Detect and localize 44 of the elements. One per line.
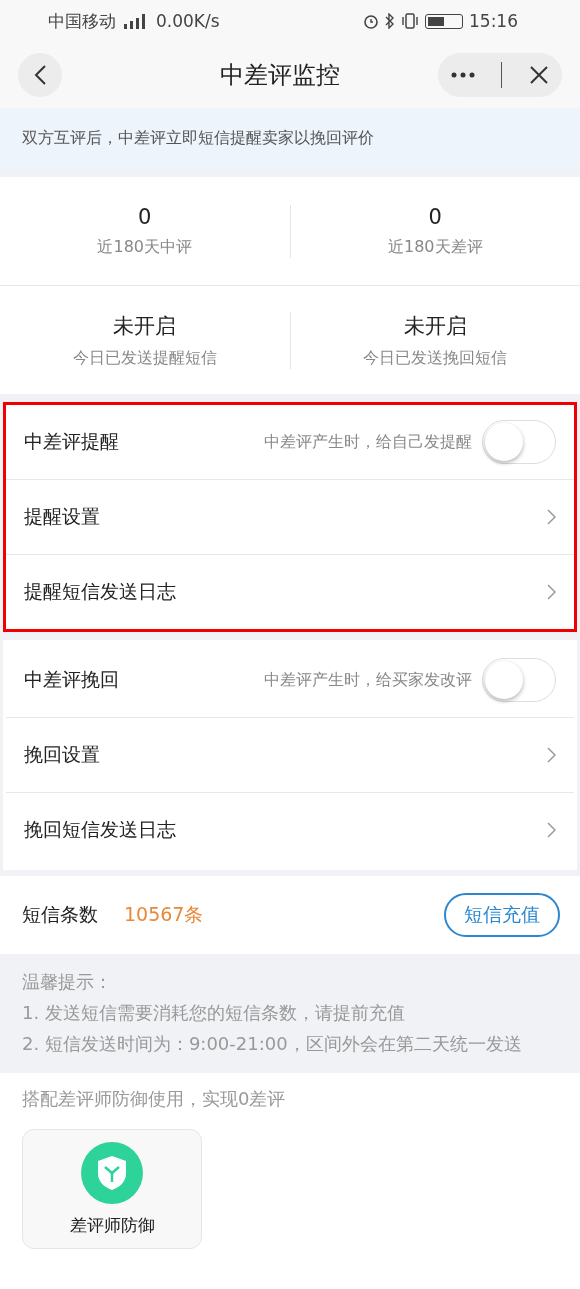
stat-value: 0 bbox=[428, 204, 442, 229]
recharge-button[interactable]: 短信充值 bbox=[444, 893, 560, 937]
tip-text: 1. 发送短信需要消耗您的短信条数，请提前充值 bbox=[22, 1001, 406, 1025]
clock-time: 15:16 bbox=[469, 11, 518, 31]
more-icon[interactable] bbox=[451, 72, 476, 78]
carrier-name: 中国移动 bbox=[48, 9, 116, 33]
notice-text: 双方互评后，中差评立即短信提醒卖家以挽回评价 bbox=[22, 128, 374, 147]
sms-count: 10567条 bbox=[124, 902, 204, 927]
stat-label: 近180天差评 bbox=[387, 236, 483, 258]
page-title: 中差评监控 bbox=[219, 60, 341, 91]
alarm-icon bbox=[363, 13, 379, 29]
chevron-icon bbox=[547, 747, 556, 763]
stat-value: 未开启 bbox=[403, 312, 467, 340]
vibrate-icon bbox=[401, 13, 419, 29]
setting-label: 中差评提醒 bbox=[24, 429, 119, 454]
back-icon bbox=[33, 64, 47, 86]
network-speed: 0.00K/s bbox=[156, 11, 220, 31]
stat-value: 0 bbox=[138, 204, 152, 229]
sms-count-label: 短信条数 bbox=[22, 902, 98, 927]
setting-hint: 中差评产生时，给自己发提醒 bbox=[263, 431, 472, 453]
tip-text: 2. 短信发送时间为：9:00-21:00，区间外会在第二天统一发送 bbox=[22, 1032, 523, 1056]
toggle-switch[interactable] bbox=[482, 420, 556, 464]
menu-item[interactable]: 挽回设置 bbox=[24, 742, 100, 768]
tip-text: 温馨提示： bbox=[22, 970, 113, 994]
menu-item[interactable]: 挽回短信发送日志 bbox=[24, 817, 176, 843]
stat-label: 近180天中评 bbox=[97, 236, 192, 258]
stat-label: 今日已发送提醒短信 bbox=[72, 347, 217, 369]
chevron-icon bbox=[547, 509, 556, 525]
promo-text: 搭配差评师防御使用，实现0差评 bbox=[22, 1088, 286, 1109]
stat-value: 未开启 bbox=[113, 312, 177, 340]
menu-item[interactable]: 提醒设置 bbox=[24, 504, 100, 530]
setting-hint: 中差评产生时，给买家发改评 bbox=[263, 669, 472, 691]
battery-icon bbox=[425, 13, 463, 29]
chevron-icon bbox=[547, 822, 556, 838]
toggle-switch[interactable] bbox=[482, 658, 556, 702]
back-button[interactable] bbox=[18, 53, 62, 97]
close-icon[interactable] bbox=[528, 65, 549, 85]
app-card[interactable]: 差评师防御 bbox=[22, 1129, 202, 1249]
stat-label: 今日已发送挽回短信 bbox=[363, 347, 508, 369]
bluetooth-icon bbox=[385, 13, 395, 29]
chevron-icon bbox=[547, 584, 556, 600]
menu-item[interactable]: 提醒短信发送日志 bbox=[24, 579, 176, 605]
setting-label: 中差评挽回 bbox=[24, 667, 119, 692]
shield-icon bbox=[81, 1141, 143, 1204]
